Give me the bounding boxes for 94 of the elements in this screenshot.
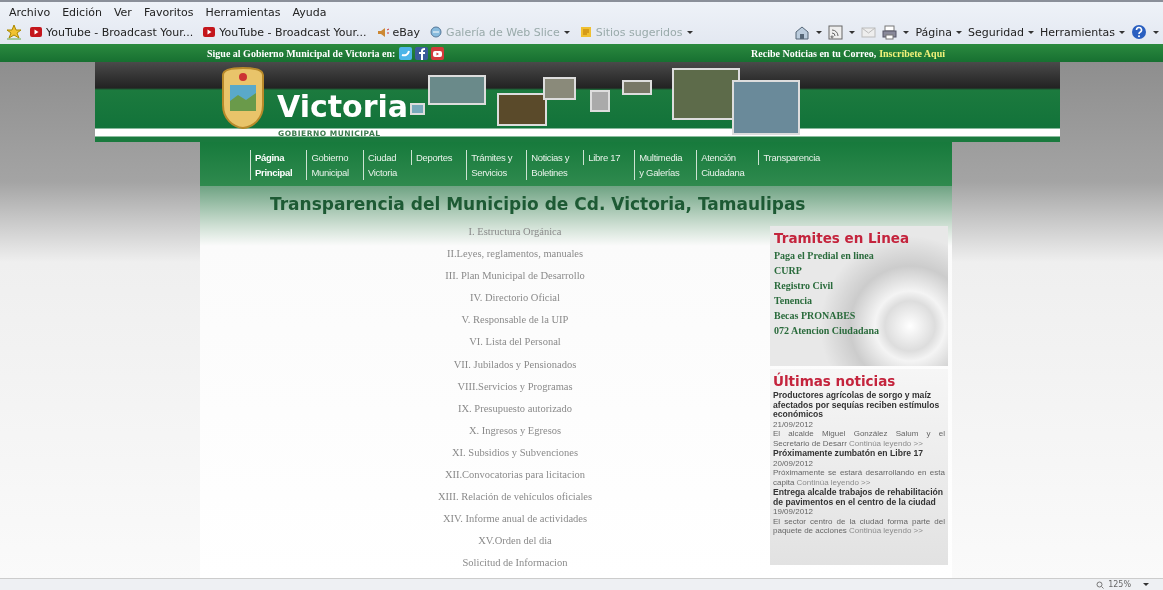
tramite-link[interactable]: 072 Atencion Ciudadana (774, 323, 944, 338)
caret-icon[interactable] (1119, 30, 1125, 34)
transparency-link[interactable]: VIII.Servicios y Programas (457, 380, 573, 403)
favorites-link[interactable]: YouTube - Broadcast Your... (203, 25, 367, 39)
transparency-link[interactable]: VI. Lista del Personal (469, 336, 561, 359)
toolbar-menu[interactable]: Página (915, 25, 963, 39)
caret-icon[interactable] (849, 30, 856, 34)
tramite-link[interactable]: Becas PRONABES (774, 308, 944, 323)
help-icon[interactable] (1131, 24, 1147, 40)
transparency-link[interactable]: V. Responsable de la UIP (461, 314, 569, 337)
nav-link[interactable]: Atención Ciudadana (696, 150, 759, 180)
speaker-icon (376, 26, 389, 38)
tramite-link[interactable]: Paga el Predial en linea (774, 248, 944, 263)
video-icon (203, 26, 216, 38)
caret-icon[interactable] (1153, 30, 1159, 34)
news-date: 20/09/2012 (773, 458, 815, 468)
mail-icon (861, 24, 877, 40)
tramite-link[interactable]: Tenencia (774, 293, 944, 308)
globe-icon (430, 26, 443, 38)
menu-item[interactable]: Herramientas (204, 5, 282, 19)
news-summary: El alcalde Miguel González Salum y el Secretario de Desarr Continúa leyendo >> (773, 429, 945, 448)
transparency-link[interactable]: I. Estructura Orgánica (468, 226, 562, 249)
photo-placeholder (672, 68, 740, 120)
favorites-star-icon[interactable] (6, 24, 22, 40)
page-title: Transparencia del Municipio de Cd. Victoria, Tamaulipas (269, 193, 807, 214)
nav-link[interactable]: Página Principal (250, 150, 307, 180)
page-icon (579, 26, 592, 38)
photo-placeholder (410, 103, 425, 115)
photo-placeholder (732, 80, 800, 135)
nav-link[interactable]: Gobierno Municipal (306, 150, 363, 180)
f-logo-icon[interactable] (415, 46, 429, 60)
news-summary: El sector centro de la ciudad forma parte del paquete de acciones Continúa leyendo >> (773, 516, 945, 536)
follow-text: Sigue al Gobierno Municipal de Victoria en: (207, 47, 396, 59)
printer-icon[interactable] (882, 24, 898, 40)
news-title[interactable]: Entrega alcalde trabajos de rehabilitación de pavimentos en el centro de la ciudad (773, 488, 945, 507)
subscribe-link[interactable]: Inscríbete Aquí (879, 47, 945, 59)
site-title: Victoria (277, 92, 409, 122)
read-more-link[interactable]: Continúa leyendo >> (849, 438, 923, 448)
toolbar-menu[interactable]: Herramientas (1040, 25, 1125, 39)
menu-item[interactable]: Archivo (8, 5, 52, 19)
transparency-link[interactable]: III. Plan Municipal de Desarrollo (445, 270, 585, 293)
caret-icon[interactable] (1143, 583, 1149, 586)
menu-item[interactable]: Favoritos (142, 5, 195, 19)
nav-link[interactable]: Ciudad Victoria (362, 150, 411, 180)
news-title[interactable]: Próximamente zumbatón en Libre 17 (773, 449, 945, 459)
photo-placeholder (428, 75, 486, 105)
read-more-link[interactable]: Continúa leyendo >> (796, 477, 871, 487)
feed-icon[interactable] (828, 24, 844, 40)
toolbar-menu[interactable]: Seguridad (968, 25, 1035, 39)
zoom-icon[interactable] (1096, 580, 1105, 589)
transparency-link[interactable]: Solicitud de Informacion (462, 557, 568, 578)
bird-icon[interactable] (399, 46, 413, 60)
caret-icon[interactable] (1028, 30, 1035, 34)
menu-item[interactable]: Edición (61, 5, 103, 19)
panel-heading: Últimas noticias (773, 373, 897, 389)
transparency-link[interactable]: XI. Subsidios y Subvenciones (452, 446, 578, 470)
transparency-link[interactable]: IX. Presupuesto autorizado (458, 402, 572, 425)
tramite-link[interactable]: Registro Civil (774, 278, 944, 293)
zoom-level[interactable]: 125% (1108, 580, 1131, 589)
nav-link[interactable]: Libre 17 (583, 150, 635, 165)
transparency-link[interactable]: XIV. Informe anual de actividades (442, 513, 588, 536)
favorites-link[interactable]: YouTube - Broadcast Your... (30, 25, 194, 39)
newsletter-text: Recibe Noticias en tu Correo, (751, 47, 877, 59)
coat-of-arms-icon (222, 67, 264, 129)
photo-placeholder (622, 80, 652, 95)
caret-icon[interactable] (903, 30, 910, 34)
transparency-link[interactable]: XV.Orden del dia (478, 535, 552, 558)
video-icon[interactable] (431, 46, 445, 60)
caret-icon[interactable] (956, 30, 963, 34)
nav-link[interactable]: Deportes (411, 150, 467, 165)
menu-item[interactable]: Ayuda (291, 5, 328, 19)
tramite-link[interactable]: CURP (774, 263, 944, 278)
transparency-link[interactable]: II.Leyes, reglamentos, manuales (446, 248, 584, 271)
news-summary: Próximamente se estará desarrollando en esta capita Continúa leyendo >> (773, 468, 945, 487)
nav-link[interactable]: Noticias y Boletines (526, 150, 584, 180)
news-date: 21/09/2012 (773, 419, 815, 429)
caret-icon[interactable] (816, 30, 823, 34)
nav-link[interactable]: Trámites y Servicios (466, 150, 527, 180)
nav-link[interactable]: Transparencia (758, 150, 834, 165)
transparency-link[interactable]: XII.Convocatorias para licitacion (444, 469, 586, 492)
favorites-link[interactable]: eBay (376, 25, 421, 39)
menu-item[interactable]: Ver (112, 5, 133, 19)
transparency-link[interactable]: XIII. Relación de vehículos oficiales (437, 491, 593, 514)
transparency-link[interactable]: X. Ingresos y Egresos (468, 424, 562, 447)
news-title[interactable]: Productores agrícolas de sorgo y maíz afectados por sequías reciben estímulos económicos (773, 391, 945, 420)
read-more-link[interactable]: Continúa leyendo >> (849, 526, 923, 535)
transparency-link[interactable]: VII. Jubilados y Pensionados (453, 358, 577, 381)
nav-link[interactable]: Multimedia y Galerías (634, 150, 697, 180)
news-date: 19/09/2012 (773, 507, 815, 517)
transparency-link[interactable]: IV. Directorio Oficial (470, 292, 560, 315)
photo-placeholder (590, 90, 610, 112)
home-icon[interactable] (794, 24, 811, 40)
panel-heading: Tramites en Linea (774, 230, 911, 246)
video-icon (30, 26, 42, 38)
